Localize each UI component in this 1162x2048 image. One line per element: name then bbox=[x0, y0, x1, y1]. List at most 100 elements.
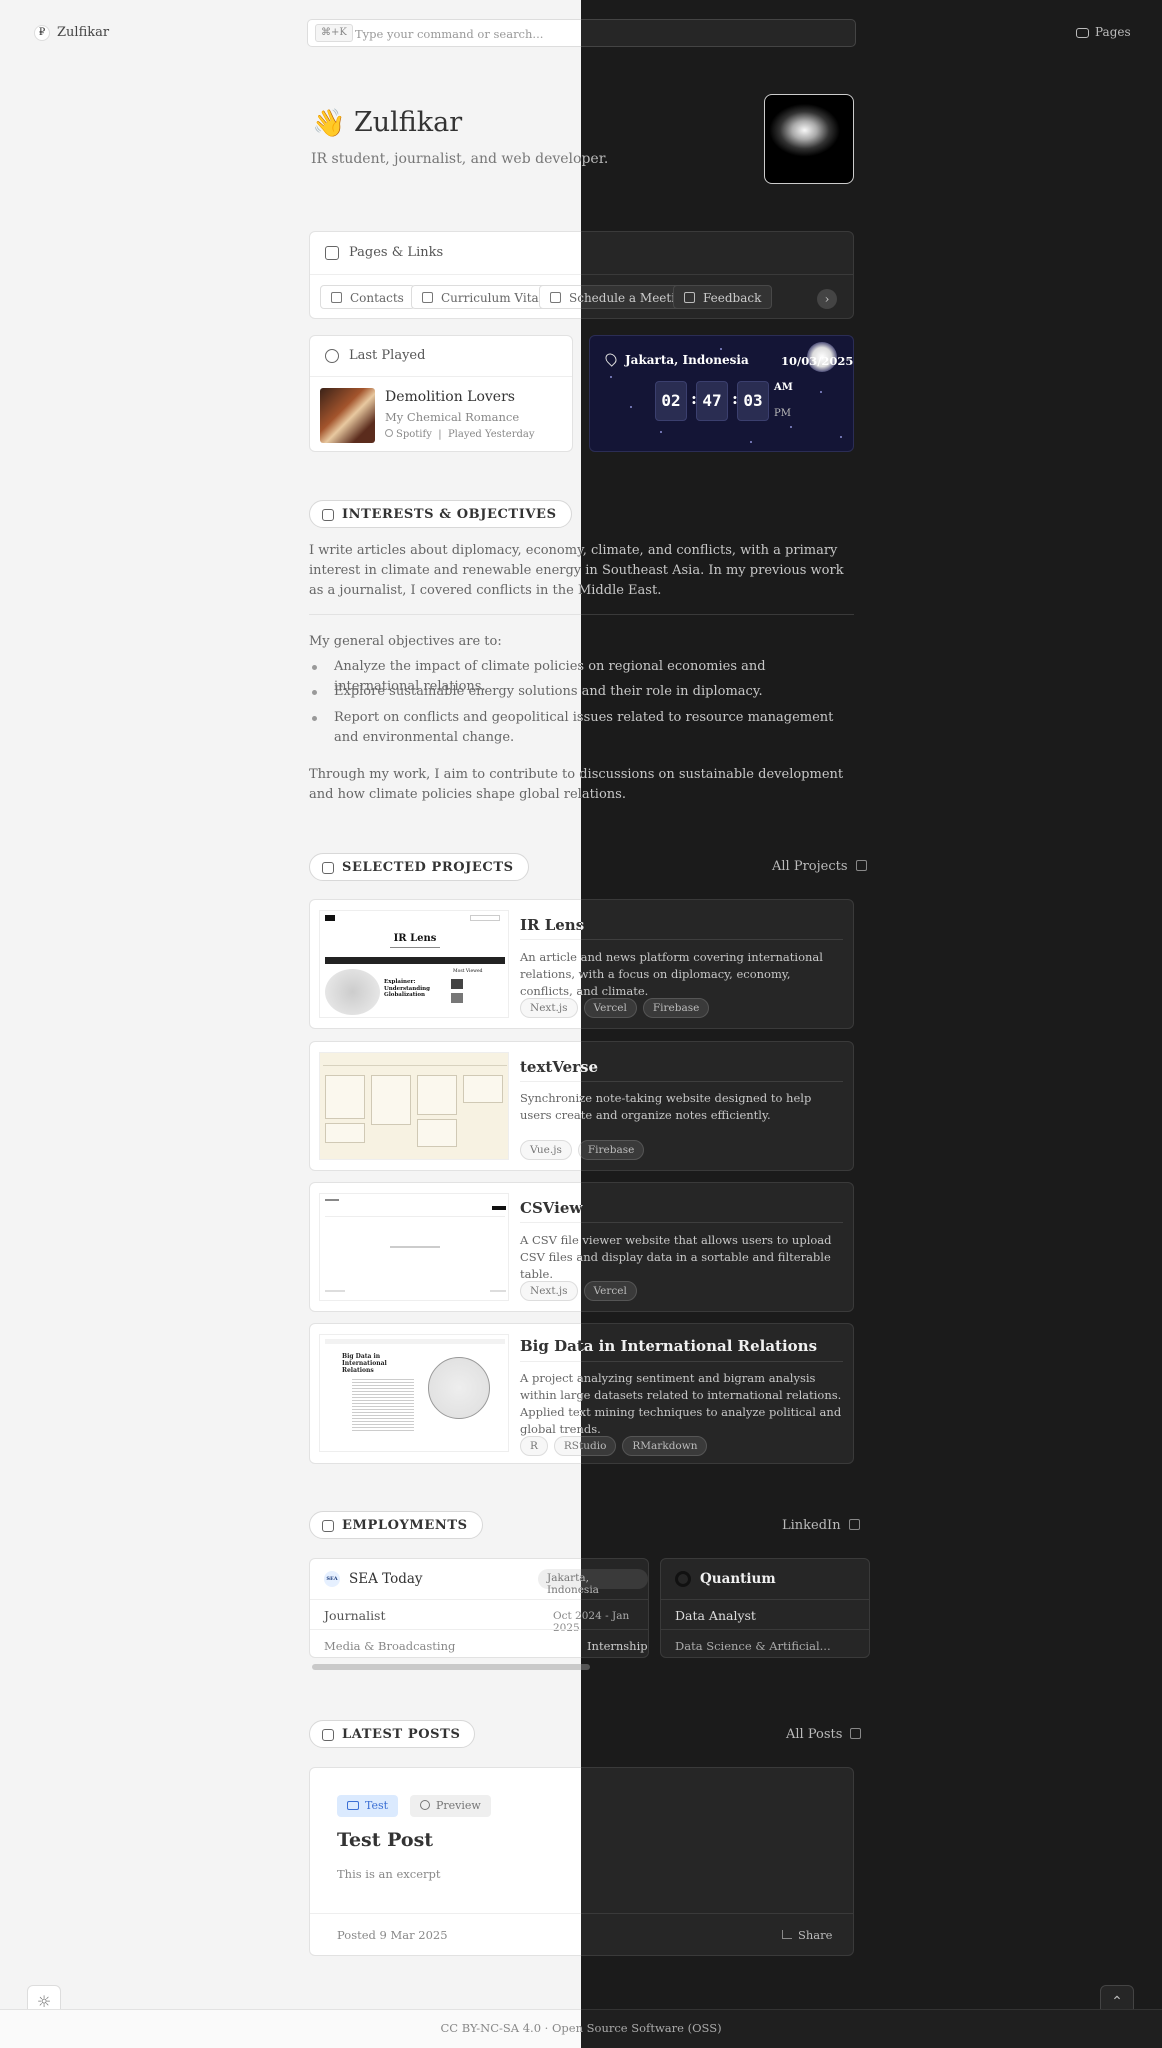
project-title[interactable]: CSView bbox=[520, 1199, 582, 1217]
tag: Firebase bbox=[581, 1140, 645, 1160]
document-icon bbox=[422, 292, 433, 303]
all-projects-link[interactable]: All Projects bbox=[772, 859, 867, 874]
last-played-title: Last Played bbox=[349, 348, 426, 363]
interests-heading-text: INTERESTS & OBJECTIVES bbox=[342, 507, 557, 522]
cube-icon bbox=[322, 1728, 334, 1741]
music-note-icon bbox=[325, 348, 339, 363]
post-category-badge[interactable]: Test bbox=[337, 1795, 399, 1817]
folder-icon bbox=[1076, 27, 1089, 38]
tag: Firebase bbox=[642, 998, 710, 1018]
location-label: Jakarta, Indonesia bbox=[625, 353, 749, 367]
play-meta: Spotify | Played Yesterday bbox=[385, 429, 535, 440]
tag: R bbox=[520, 1436, 548, 1456]
employment-card-quantium[interactable]: Quantium Data Analyst Data Science & Art… bbox=[660, 1558, 870, 1658]
projects-heading-text: SELECTED PROJECTS bbox=[342, 860, 514, 875]
clock-pm: PM bbox=[774, 408, 791, 419]
clock-card: Jakarta, Indonesia 10/03/2025 02 : 47 : … bbox=[589, 335, 854, 452]
company-name: Quantium bbox=[700, 1571, 776, 1587]
project-title[interactable]: IR Lens bbox=[520, 916, 584, 934]
map-pin-icon bbox=[603, 351, 619, 367]
pages-label: Pages bbox=[1095, 25, 1131, 39]
pages-links-title: Pages & Links bbox=[349, 245, 444, 260]
message-icon bbox=[684, 292, 695, 303]
folder-icon bbox=[347, 1801, 359, 1810]
clock-minutes: 47 bbox=[696, 381, 728, 421]
big-data-thumbnail: Big Data in International Relations bbox=[319, 1334, 509, 1452]
search-shortcut-badge: ⌘+K bbox=[315, 24, 353, 42]
brand-logo-icon: ₽ bbox=[34, 25, 50, 41]
last-played-card: Last Played Demolition Lovers My Chemica… bbox=[309, 335, 573, 452]
calendar-icon bbox=[550, 292, 561, 303]
post-excerpt: This is an excerpt bbox=[337, 1867, 441, 1881]
job-industry: Media & Broadcasting bbox=[324, 1639, 456, 1653]
cube-icon bbox=[322, 861, 334, 874]
tag: Vue.js bbox=[520, 1140, 572, 1160]
csview-thumbnail bbox=[319, 1193, 509, 1301]
curriculum-vitae-chip[interactable]: Curriculum Vitae bbox=[411, 285, 557, 309]
tag: Next.js bbox=[520, 998, 578, 1018]
pages-menu-button[interactable]: Pages bbox=[1076, 25, 1131, 39]
linkedin-link[interactable]: LinkedIn bbox=[782, 1518, 860, 1533]
latest-posts-heading-text: LATEST POSTS bbox=[342, 1727, 461, 1742]
song-title[interactable]: Demolition Lovers bbox=[385, 389, 515, 405]
clock-seconds: 03 bbox=[737, 381, 769, 421]
share-icon bbox=[782, 1930, 792, 1939]
all-projects-label: All Projects bbox=[772, 859, 848, 874]
post-title[interactable]: Test Post bbox=[337, 1829, 433, 1851]
thumb-side-title: Most Viewed bbox=[453, 969, 483, 974]
all-posts-link[interactable]: All Posts bbox=[786, 1727, 862, 1742]
job-type: Internship bbox=[587, 1639, 648, 1653]
search-placeholder: Type your command or search... bbox=[355, 27, 544, 41]
hero-name: Zulfikar bbox=[354, 107, 463, 138]
post-preview-badge[interactable]: Preview bbox=[410, 1795, 491, 1817]
category-label: Test bbox=[365, 1799, 389, 1812]
scroll-right-chevron-icon[interactable]: › bbox=[817, 289, 837, 309]
projects-heading: SELECTED PROJECTS bbox=[309, 853, 529, 881]
employments-heading-text: EMPLOYMENTS bbox=[342, 1518, 468, 1533]
cube-icon bbox=[325, 245, 339, 260]
job-role: Journalist bbox=[324, 1608, 386, 1623]
zoom-icon bbox=[420, 1800, 430, 1810]
contacts-chip[interactable]: Contacts bbox=[320, 285, 415, 309]
clock-date: 10/03/2025 bbox=[781, 354, 854, 368]
thumb-title: Big Data in International Relations bbox=[342, 1353, 387, 1374]
briefcase-icon bbox=[322, 1519, 334, 1532]
thumb-subtitle: Explainer: Understanding Globalization bbox=[384, 979, 431, 998]
hand-icon bbox=[322, 508, 334, 521]
textverse-thumbnail bbox=[319, 1052, 509, 1160]
cv-label: Curriculum Vitae bbox=[441, 291, 546, 305]
last-played-header: Last Played bbox=[325, 348, 425, 363]
pages-links-header: Pages & Links bbox=[325, 245, 443, 260]
brand-name[interactable]: Zulfikar bbox=[57, 25, 109, 40]
feedback-chip[interactable]: Feedback bbox=[673, 285, 773, 309]
post-date: Posted 9 Mar 2025 bbox=[337, 1928, 448, 1942]
play-source: Spotify bbox=[396, 429, 432, 440]
song-artist: My Chemical Romance bbox=[385, 410, 520, 424]
contacts-label: Contacts bbox=[350, 291, 404, 305]
interests-heading: INTERESTS & OBJECTIVES bbox=[309, 500, 572, 528]
job-role: Data Analyst bbox=[675, 1608, 756, 1623]
play-separator: | bbox=[438, 429, 442, 440]
clock-hours: 02 bbox=[655, 381, 687, 421]
horizontal-scrollbar[interactable] bbox=[312, 1664, 590, 1670]
thumb-title: IR Lens bbox=[393, 933, 437, 944]
clock-location: Jakarta, Indonesia bbox=[603, 351, 749, 367]
linkedin-label: LinkedIn bbox=[782, 1518, 841, 1533]
employments-heading: EMPLOYMENTS bbox=[309, 1511, 483, 1539]
company-name: SEA Today bbox=[349, 1571, 423, 1587]
profile-avatar bbox=[764, 94, 854, 184]
hero-tagline: IR student, journalist, and web develope… bbox=[311, 151, 609, 167]
job-industry: Data Science & Artificial... bbox=[675, 1639, 831, 1653]
company-logo: SEA bbox=[324, 1571, 340, 1587]
quantium-logo-icon bbox=[675, 1571, 691, 1587]
share-label: Share bbox=[798, 1928, 833, 1942]
tag: RMarkdown bbox=[622, 1436, 708, 1456]
tag: Next.js bbox=[520, 1281, 578, 1301]
contact-card-icon bbox=[331, 292, 342, 303]
latest-posts-heading: LATEST POSTS bbox=[309, 1720, 476, 1748]
wave-emoji: 👋 bbox=[312, 108, 346, 139]
clock-am: AM bbox=[774, 382, 793, 393]
feedback-label: Feedback bbox=[703, 291, 762, 305]
tag: Vercel bbox=[583, 1281, 637, 1301]
share-button[interactable]: Share bbox=[782, 1928, 832, 1942]
